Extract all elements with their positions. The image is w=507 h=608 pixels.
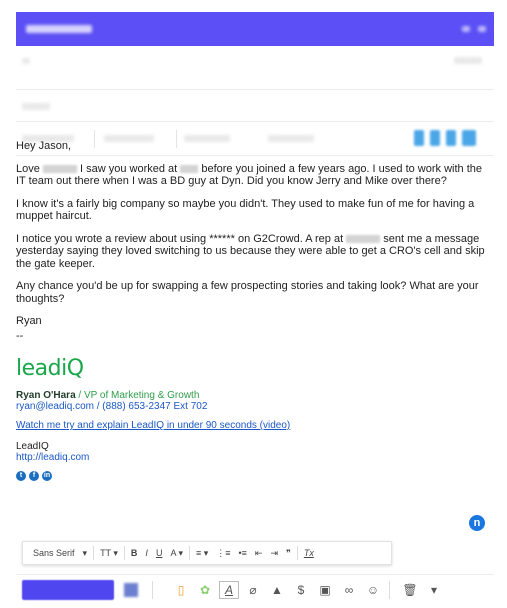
signature-name: Ryan O'Hara <box>16 390 76 401</box>
signature-company: LeadIQ <box>16 441 49 452</box>
redacted-company <box>346 234 381 243</box>
subject-field-redacted <box>22 103 50 110</box>
formatting-options-icon[interactable]: A <box>219 580 239 599</box>
quote-button[interactable]: ❞ <box>282 548 295 559</box>
extension-icon[interactable]: ✿ <box>193 583 217 597</box>
more-options-icon[interactable]: ▾ <box>422 583 446 597</box>
template-icon[interactable]: ▯ <box>169 583 193 597</box>
emoji-icon[interactable]: ☺ <box>361 583 385 597</box>
message-body[interactable]: Hey Jason, Love I saw you worked at befo… <box>16 140 494 481</box>
cc-bcc-redacted[interactable] <box>454 57 482 64</box>
drive-icon[interactable]: ▲ <box>265 583 289 597</box>
send-button[interactable] <box>22 579 114 600</box>
divider <box>188 546 190 560</box>
redacted-company <box>180 164 199 173</box>
divider <box>123 546 125 560</box>
redacted-name <box>42 164 77 173</box>
website-link[interactable]: http://leadiq.com <box>16 452 494 463</box>
signature-block: Ryan O'Hara / VP of Marketing & Growth r… <box>16 390 494 481</box>
signature-name-line: Ryan O'Hara / VP of Marketing & Growth <box>16 390 494 401</box>
bottom-right-icons: 🗑 ▾ <box>398 583 446 597</box>
divider <box>389 580 390 599</box>
discard-trash-icon[interactable]: 🗑 <box>398 583 422 597</box>
body-paragraph-3: I notice you wrote a review about using … <box>16 232 485 270</box>
signature-role: / VP of Marketing & Growth <box>75 390 200 401</box>
social-links: t f in <box>16 471 494 481</box>
indent-more-button[interactable]: ⇥ <box>266 548 282 559</box>
send-money-icon[interactable]: $ <box>289 583 313 597</box>
font-dropdown-icon[interactable]: ▾ <box>79 548 92 559</box>
leadiq-logo: leadiQ <box>16 356 84 381</box>
body-paragraph-1: Love I saw you worked at before you join… <box>16 162 482 188</box>
compose-bottom-bar: ▯ ✿ A ⌀ ▲ $ ▣ ∞ ☺ 🗑 ▾ <box>16 574 494 604</box>
assistant-float-button[interactable]: n <box>469 515 485 531</box>
divider <box>93 546 95 560</box>
minimize-icon[interactable] <box>462 26 470 32</box>
remove-formatting-button[interactable]: Tx <box>300 548 318 558</box>
divider <box>152 580 153 599</box>
font-family-select[interactable]: Sans Serif <box>29 548 79 558</box>
align-button[interactable]: ≡ ▾ <box>192 548 212 559</box>
body-paragraph-4: Any chance you'd be up for swapping a fe… <box>16 280 479 305</box>
text-color-button[interactable]: A ▾ <box>166 548 187 559</box>
compose-title-redacted <box>26 25 92 33</box>
subject-row[interactable] <box>16 90 494 122</box>
signature-phone: / (888) 653-2347 Ext 702 <box>93 401 208 412</box>
signature-contact-line: ryan@leadiq.com / (888) 653-2347 Ext 702 <box>16 401 494 412</box>
bottom-toolbar-icons: ▯ ✿ A ⌀ ▲ $ ▣ ∞ ☺ <box>169 580 385 599</box>
twitter-icon[interactable]: t <box>16 471 26 481</box>
attach-file-icon[interactable]: ⌀ <box>241 583 265 597</box>
close-icon[interactable] <box>478 26 486 32</box>
signature-email-link[interactable]: ryan@leadiq.com <box>16 401 94 412</box>
body-paragraph-2: I know it's a fairly big company so mayb… <box>16 197 475 223</box>
recipients-row[interactable] <box>16 46 494 90</box>
compose-title-bar[interactable] <box>16 12 494 46</box>
indent-less-button[interactable]: ⇤ <box>251 548 267 559</box>
linkedin-icon[interactable]: in <box>42 471 52 481</box>
compose-window: Hey Jason, Love I saw you worked at befo… <box>16 12 494 608</box>
divider <box>296 546 298 560</box>
signature-separator: -- <box>16 329 24 342</box>
schedule-send-icon[interactable] <box>124 582 138 597</box>
video-link[interactable]: Watch me try and explain LeadIQ in under… <box>16 420 494 431</box>
greeting: Hey Jason, <box>16 140 72 152</box>
signoff: Ryan <box>16 315 42 327</box>
numbered-list-button[interactable]: ⋮≡ <box>212 548 234 559</box>
insert-photo-icon[interactable]: ▣ <box>313 583 337 597</box>
formatting-toolbar: Sans Serif ▾ TT ▾ B I U A ▾ ≡ ▾ ⋮≡ •≡ ⇤ … <box>22 541 392 565</box>
to-field-redacted <box>22 58 30 64</box>
bold-button[interactable]: B <box>127 548 142 558</box>
font-size-button[interactable]: TT ▾ <box>96 548 122 559</box>
bulleted-list-button[interactable]: •≡ <box>235 548 251 558</box>
insert-link-icon[interactable]: ∞ <box>337 583 361 597</box>
underline-button[interactable]: U <box>152 548 167 558</box>
italic-button[interactable]: I <box>141 548 152 558</box>
facebook-icon[interactable]: f <box>29 471 39 481</box>
